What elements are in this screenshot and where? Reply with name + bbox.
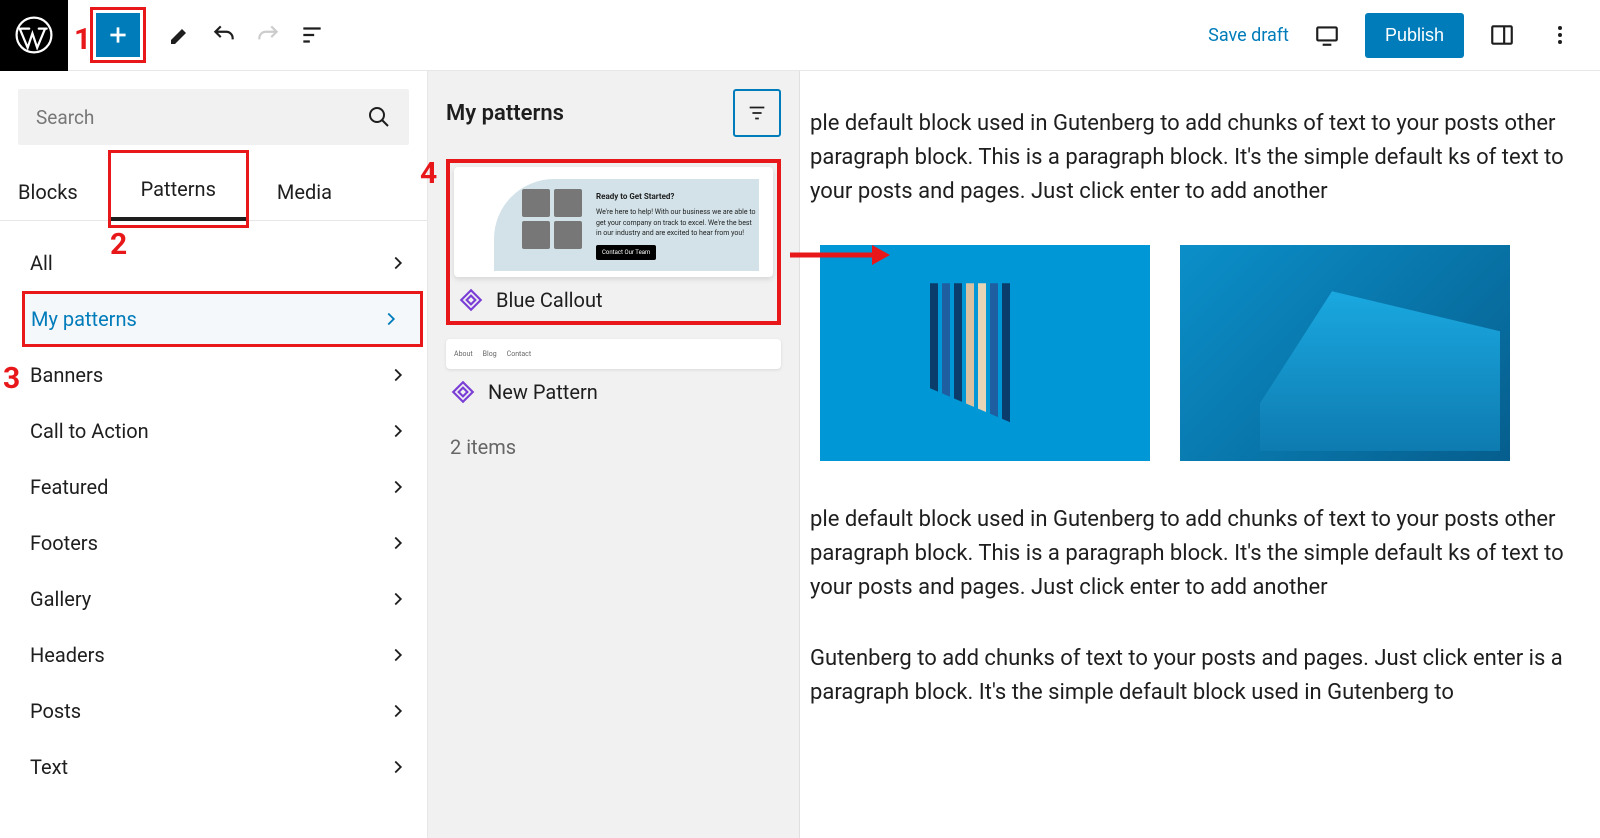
search-placeholder: Search <box>36 106 94 129</box>
pattern-icon <box>450 379 476 405</box>
wordpress-logo[interactable] <box>0 0 68 71</box>
category-my-patterns[interactable]: My patterns <box>22 291 423 347</box>
chevron-right-icon <box>387 756 409 778</box>
inserter-panel: Search 2 Blocks Patterns Media 3 All My … <box>0 71 428 838</box>
chevron-right-icon <box>387 420 409 442</box>
category-posts[interactable]: Posts <box>0 683 427 739</box>
options-menu-button[interactable] <box>1540 15 1580 55</box>
search-icon <box>367 105 391 129</box>
chevron-right-icon <box>387 476 409 498</box>
chevron-right-icon <box>387 588 409 610</box>
pattern-new-pattern-label: New Pattern <box>446 369 781 409</box>
category-text[interactable]: Text <box>0 739 427 795</box>
chevron-right-icon <box>387 700 409 722</box>
tab-blocks[interactable]: Blocks <box>0 163 108 220</box>
chevron-right-icon <box>387 532 409 554</box>
paragraph-block[interactable]: ple default block used in Gutenberg to a… <box>810 503 1580 605</box>
category-call-to-action[interactable]: Call to Action <box>0 403 427 459</box>
tab-media[interactable]: Media <box>249 163 348 220</box>
publish-button[interactable]: Publish <box>1365 13 1464 58</box>
paragraph-block[interactable]: Gutenberg to add chunks of text to your … <box>810 642 1580 710</box>
image-pencils[interactable] <box>820 245 1150 461</box>
image-row <box>820 245 1580 461</box>
chevron-right-icon <box>380 308 402 330</box>
annotation-box-4: Ready to Get Started? We're here to help… <box>446 159 781 325</box>
edit-tool-button[interactable] <box>158 13 202 57</box>
pattern-blue-callout[interactable]: Ready to Get Started? We're here to help… <box>454 167 773 277</box>
save-draft-button[interactable]: Save draft <box>1208 25 1289 46</box>
filter-icon <box>746 102 768 124</box>
annotation-1: 1 <box>74 22 91 57</box>
category-gallery[interactable]: Gallery <box>0 571 427 627</box>
chevron-right-icon <box>387 644 409 666</box>
add-block-button[interactable] <box>96 13 140 57</box>
pattern-blue-callout-label: Blue Callout <box>454 277 773 317</box>
patterns-preview-panel: My patterns Ready to Get Started? We're … <box>428 71 800 838</box>
annotation-4: 4 <box>420 156 437 191</box>
settings-sidebar-button[interactable] <box>1482 15 1522 55</box>
tab-patterns[interactable]: Patterns <box>141 177 216 201</box>
patterns-panel-title: My patterns <box>446 101 564 126</box>
search-input[interactable]: Search <box>18 89 409 145</box>
annotation-3: 3 <box>3 361 20 396</box>
pattern-icon <box>458 287 484 313</box>
document-overview-button[interactable] <box>290 13 334 57</box>
category-all[interactable]: All <box>0 235 427 291</box>
annotation-box-1 <box>90 7 146 63</box>
image-chair[interactable] <box>1180 245 1510 461</box>
category-featured[interactable]: Featured <box>0 459 427 515</box>
undo-button[interactable] <box>202 13 246 57</box>
chevron-right-icon <box>387 364 409 386</box>
category-footers[interactable]: Footers <box>0 515 427 571</box>
pattern-new-pattern[interactable]: About Blog Contact New Pattern <box>446 339 781 409</box>
category-headers[interactable]: Headers <box>0 627 427 683</box>
inserter-tabs: Blocks Patterns Media <box>0 163 427 221</box>
annotation-arrow <box>790 242 890 272</box>
annotation-box-2: Patterns <box>108 150 249 228</box>
patterns-count: 2 items <box>446 435 781 459</box>
editor-topbar: 1 Save draft Publish <box>0 0 1600 71</box>
filter-button[interactable] <box>733 89 781 137</box>
annotation-2: 2 <box>110 227 127 262</box>
category-banners[interactable]: Banners <box>0 347 427 403</box>
redo-button[interactable] <box>246 13 290 57</box>
editor-canvas[interactable]: ple default block used in Gutenberg to a… <box>800 71 1600 838</box>
view-button[interactable] <box>1307 15 1347 55</box>
pattern-category-list: All My patterns Banners Call to Action F… <box>0 221 427 809</box>
paragraph-block[interactable]: ple default block used in Gutenberg to a… <box>810 107 1580 209</box>
chevron-right-icon <box>387 252 409 274</box>
